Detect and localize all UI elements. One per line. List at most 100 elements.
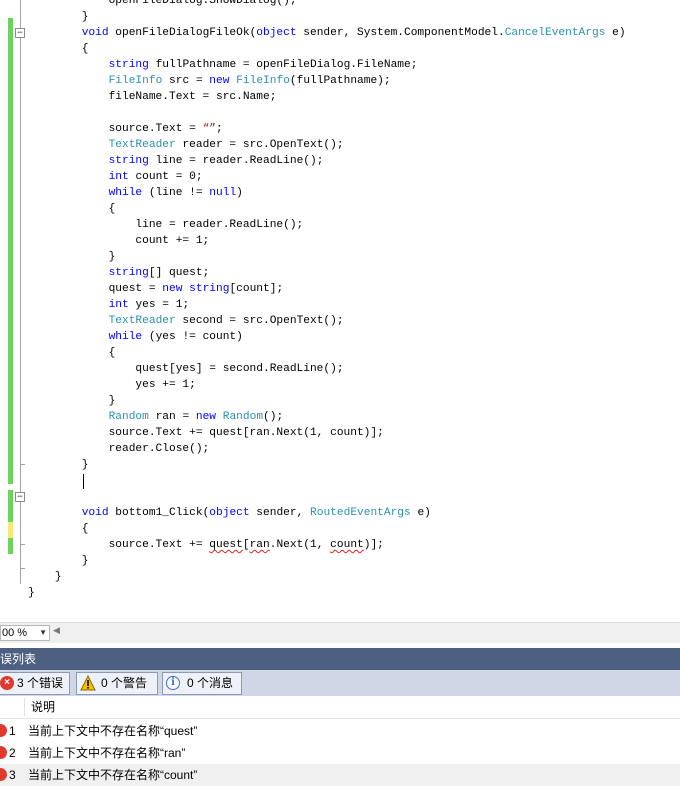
code-text: quest[yes] = second.ReadLine(); [28,363,344,375]
error-icon [0,768,7,781]
code-text: } [28,571,62,583]
code-line[interactable]: yes += 1; [28,377,626,393]
code-text: line = reader.ReadLine(); [148,155,324,167]
error-icon [0,724,7,737]
code-line[interactable]: { [28,41,626,57]
code-type: TextReader [108,315,176,327]
code-text: yes = 1; [128,299,190,311]
code-line[interactable]: void bottom1_Click(object sender, Routed… [28,505,626,521]
outline-end [20,568,25,569]
code-line[interactable]: string fullPathname = openFileDialog.Fil… [28,57,626,73]
code-line[interactable]: source.Text += quest[ran.Next(1, count)]… [28,537,626,553]
code-line[interactable]: } [28,249,626,265]
code-line[interactable]: } [28,569,626,585]
code-line[interactable]: } [28,585,626,601]
code-text: e) [605,27,626,39]
error-row[interactable]: 3 当前上下文中不存在名称“count” [0,764,680,786]
code-line[interactable]: } [28,553,626,569]
code-line[interactable]: int yes = 1; [28,297,626,313]
code-text: } [28,555,89,567]
messages-filter-button[interactable]: i 0 个消息 [162,672,242,695]
code-line[interactable]: quest = new string[count]; [28,281,626,297]
scroll-left-arrow-icon[interactable]: ◀ [53,626,60,636]
code-line[interactable]: { [28,201,626,217]
code-line[interactable]: while (yes != count) [28,329,626,345]
code-keyword: string [189,283,230,295]
zoom-value: 00 % [2,627,28,639]
code-text: source.Text += [28,539,210,551]
collapse-toggle-icon[interactable]: − [15,28,25,38]
errors-filter-label: 3 个错误 [17,676,64,690]
code-keyword: string [108,267,149,279]
code-text: [count]; [229,283,284,295]
code-line[interactable] [28,473,626,489]
code-line[interactable]: source.Text = “”; [28,121,626,137]
zoom-dropdown[interactable]: 00 % ▼ [0,625,50,641]
code-line[interactable] [28,489,626,505]
errors-filter-button[interactable]: × 3 个错误 [0,672,70,695]
code-text: sender, System.ComponentModel. [296,27,505,39]
source-code[interactable]: openFileDialog.ShowDialog(); } void open… [28,0,626,601]
code-line[interactable]: TextReader reader = src.OpenText(); [28,137,626,153]
code-keyword: int [108,299,129,311]
code-line[interactable]: { [28,345,626,361]
code-line[interactable]: } [28,393,626,409]
code-line[interactable]: int count = 0; [28,169,626,185]
column-description[interactable]: 说明 [31,696,55,718]
code-keyword: new [162,283,183,295]
code-line[interactable]: } [28,9,626,25]
text-caret [83,474,84,489]
code-keyword: string [108,155,149,167]
code-keyword: object [209,507,250,519]
code-keyword: while [108,331,143,343]
error-row[interactable]: 2 当前上下文中不存在名称“ran” [0,742,680,764]
code-line[interactable]: quest[yes] = second.ReadLine(); [28,361,626,377]
code-line[interactable]: source.Text += quest[ran.Next(1, count)]… [28,425,626,441]
code-editor[interactable]: − − openFileDialog.ShowDialog(); } void … [0,0,680,622]
code-text: openFileDialogFileOk( [108,27,257,39]
code-line[interactable]: while (line != null) [28,185,626,201]
code-line[interactable]: fileName.Text = src.Name; [28,89,626,105]
collapse-toggle-icon[interactable]: − [15,492,25,502]
code-keyword: int [108,171,129,183]
code-line[interactable]: Random ran = new Random(); [28,409,626,425]
error-list-title-bar: 错误列表 [0,648,680,670]
code-line[interactable]: reader.Close(); [28,441,626,457]
code-error-token: count [330,539,364,551]
code-keyword: void [81,27,109,39]
warning-icon [80,675,96,691]
code-keyword: new [209,75,230,87]
code-text: .Next(1, [269,539,331,551]
code-line[interactable]: } [28,457,626,473]
code-line[interactable]: TextReader second = src.OpenText(); [28,313,626,329]
code-type: RoutedEventArgs [310,507,411,519]
code-line[interactable]: FileInfo src = new FileInfo(fullPathname… [28,73,626,89]
outline-end [20,464,25,465]
code-line[interactable]: { [28,521,626,537]
chevron-down-icon[interactable]: ▼ [39,626,47,640]
column-divider[interactable] [24,698,25,716]
code-text: ran = [148,411,196,423]
warnings-filter-button[interactable]: 0 个警告 [76,672,158,695]
code-line[interactable]: line = reader.ReadLine(); [28,217,626,233]
code-error-token: ran [249,539,270,551]
code-type: Random [222,411,264,423]
error-row[interactable]: 1 当前上下文中不存在名称“quest” [0,720,680,742]
outline-end [20,544,25,545]
code-line[interactable]: string[] quest; [28,265,626,281]
code-line[interactable]: openFileDialog.ShowDialog(); [28,0,626,9]
code-line[interactable]: count += 1; [28,233,626,249]
code-line[interactable] [28,105,626,121]
code-line[interactable]: string line = reader.ReadLine(); [28,153,626,169]
code-keyword: void [81,507,109,519]
code-text: second = src.OpenText(); [175,315,344,327]
warnings-filter-label: 0 个警告 [101,676,148,690]
code-text: reader.Close(); [28,443,210,455]
change-marker-saved [8,538,13,554]
code-line[interactable]: void openFileDialogFileOk(object sender,… [28,25,626,41]
